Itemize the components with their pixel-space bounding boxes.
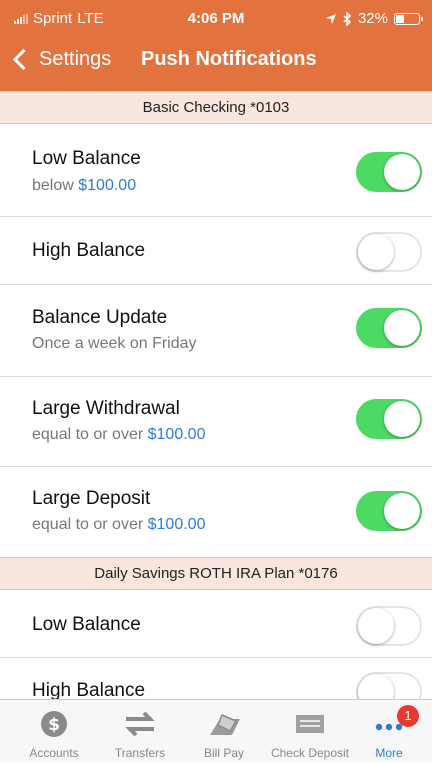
status-right: 32% <box>325 10 423 27</box>
savings-low-balance-toggle[interactable] <box>356 606 422 646</box>
row-subtitle: Once a week on Friday <box>32 335 197 352</box>
check-deposit-icon <box>296 715 324 733</box>
notification-row-high-balance: High Balance <box>0 658 432 699</box>
chevron-left-icon <box>12 48 35 71</box>
battery-icon <box>394 12 423 25</box>
tab-bar: $ Accounts Transfers Bill Pay Check Depo… <box>0 699 432 762</box>
toggle-knob <box>384 154 420 190</box>
tab-label: Transfers <box>114 746 166 760</box>
high-balance-toggle[interactable] <box>356 232 422 272</box>
tab-transfers[interactable]: Transfers <box>97 700 183 763</box>
low-balance-toggle[interactable] <box>356 152 422 192</box>
row-label: Low Balance <box>32 614 141 635</box>
notification-row-large-deposit: Large Deposit equal to or over $100.00 <box>0 467 432 557</box>
tab-check-deposit[interactable]: Check Deposit <box>267 700 353 763</box>
threshold-amount-link[interactable]: $100.00 <box>78 177 136 194</box>
transfer-arrows-icon <box>125 711 155 737</box>
threshold-amount-link[interactable]: $100.00 <box>148 426 206 443</box>
row-subtitle: below $100.00 <box>32 177 136 195</box>
notification-row-low-balance: Low Balance <box>0 590 432 658</box>
row-label: Large Withdrawal <box>32 398 180 419</box>
location-icon <box>325 13 336 24</box>
bill-pay-icon <box>210 714 240 735</box>
toggle-knob <box>358 674 394 699</box>
toggle-knob <box>384 493 420 529</box>
back-button[interactable]: Settings <box>10 48 111 71</box>
row-label: Low Balance <box>32 148 141 169</box>
toggle-knob <box>384 310 420 346</box>
row-subtitle-text: equal to or over <box>32 426 148 443</box>
section-header: Basic Checking *0103 <box>0 91 432 124</box>
threshold-amount-link[interactable]: $100.00 <box>148 516 206 533</box>
row-subtitle: equal to or over $100.00 <box>32 426 205 444</box>
dollar-coin-icon: $ <box>41 711 67 737</box>
tab-label: More <box>375 746 403 760</box>
toggle-knob <box>358 234 394 270</box>
battery-percent: 32% <box>357 10 388 27</box>
notification-row-large-withdrawal: Large Withdrawal equal to or over $100.0… <box>0 377 432 467</box>
row-subtitle-text: below <box>32 177 79 194</box>
tab-label: Check Deposit <box>270 746 350 760</box>
tab-accounts[interactable]: $ Accounts <box>11 700 97 763</box>
row-label: High Balance <box>32 680 146 699</box>
row-subtitle: equal to or over $100.00 <box>32 516 205 534</box>
nav-bar: Settings Push Notifications <box>0 46 432 80</box>
bluetooth-icon <box>343 11 352 26</box>
tab-label: Accounts <box>29 746 79 760</box>
row-subtitle-text: equal to or over <box>32 516 148 533</box>
section-header: Daily Savings ROTH IRA Plan *0176 <box>0 557 432 590</box>
page-title: Push Notifications <box>141 48 317 70</box>
toggle-knob <box>358 608 394 644</box>
notification-row-high-balance: High Balance <box>0 217 432 285</box>
app-header: Sprint LTE 4:06 PM 32% Settings Push Not… <box>0 0 432 91</box>
notification-row-balance-update: Balance Update Once a week on Friday <box>0 285 432 377</box>
row-label: Balance Update <box>32 307 168 328</box>
svg-text:$: $ <box>48 715 60 735</box>
large-withdrawal-toggle[interactable] <box>356 399 422 439</box>
back-label: Settings <box>39 48 112 70</box>
balance-update-toggle[interactable] <box>356 308 422 348</box>
row-label: High Balance <box>32 240 146 261</box>
tab-more[interactable]: 1 More <box>346 700 432 763</box>
tab-bill-pay[interactable]: Bill Pay <box>181 700 267 763</box>
large-deposit-toggle[interactable] <box>356 491 422 531</box>
status-bar: Sprint LTE 4:06 PM 32% <box>0 10 432 30</box>
toggle-knob <box>384 401 420 437</box>
row-label: Large Deposit <box>32 488 151 509</box>
notification-row-low-balance: Low Balance below $100.00 <box>0 124 432 217</box>
savings-high-balance-toggle[interactable] <box>356 672 422 699</box>
notification-badge: 1 <box>397 705 419 727</box>
tab-label: Bill Pay <box>203 746 244 760</box>
